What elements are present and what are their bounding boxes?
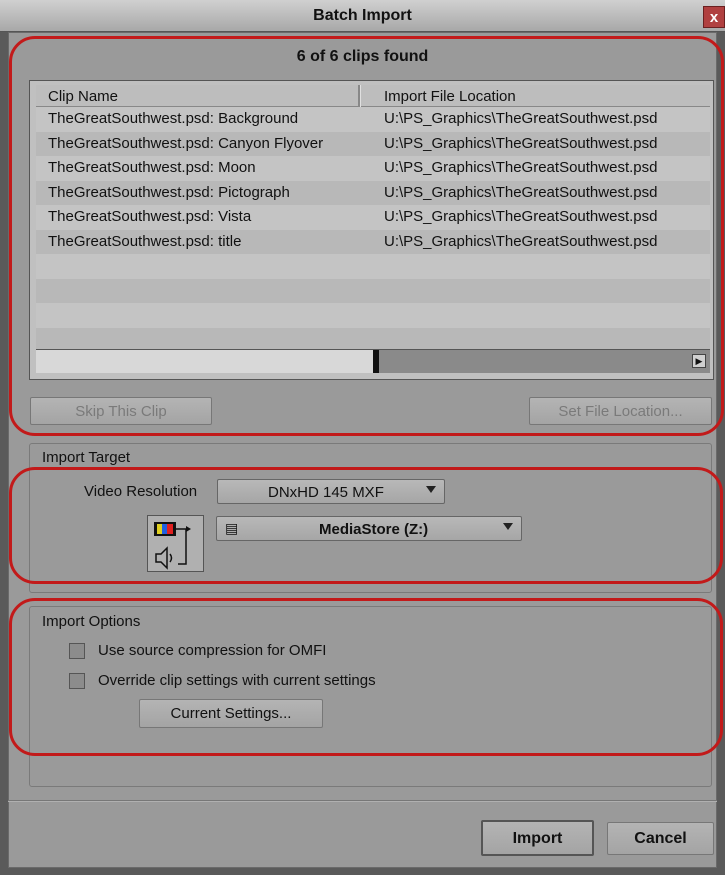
empty-row xyxy=(36,278,710,303)
column-header-clip-name[interactable]: Clip Name xyxy=(48,88,118,105)
import-options-label: Import Options xyxy=(42,613,141,630)
table-row[interactable]: TheGreatSouthwest.psd: Canyon Flyover U:\… xyxy=(36,131,710,156)
video-resolution-value: DNxHD 145 MXF xyxy=(268,484,384,501)
video-resolution-dropdown[interactable]: DNxHD 145 MXF xyxy=(217,479,445,504)
triangle-right-icon: ▶ xyxy=(695,356,703,366)
empty-row xyxy=(36,303,710,328)
skip-this-clip-button[interactable]: Skip This Clip xyxy=(30,397,212,425)
clip-name-cell: TheGreatSouthwest.psd: Pictograph xyxy=(48,183,290,201)
override-settings-checkbox[interactable] xyxy=(69,673,85,689)
clip-name-cell: TheGreatSouthwest.psd: Background xyxy=(48,110,299,127)
table-row[interactable]: TheGreatSouthwest.psd: Pictograph U:\PS_G… xyxy=(36,180,710,205)
import-target-label: Import Target xyxy=(42,449,131,466)
clip-name-cell: TheGreatSouthwest.psd: Moon xyxy=(48,159,256,176)
set-file-location-button[interactable]: Set File Location... xyxy=(529,397,712,425)
column-header-import-file-location[interactable]: Import File Location xyxy=(384,88,516,105)
empty-row xyxy=(36,254,710,279)
horizontal-scrollbar[interactable]: ▶ xyxy=(36,349,710,373)
clip-list-header: Clip Name Import File Location xyxy=(36,85,710,107)
clip-list[interactable]: Clip Name Import File Location TheGreatS… xyxy=(29,80,714,380)
clip-name-cell: TheGreatSouthwest.psd: Canyon Flyover xyxy=(48,134,324,152)
source-compression-checkbox[interactable] xyxy=(69,643,85,659)
table-row[interactable]: TheGreatSouthwest.psd: Moon U:\PS_Graphic… xyxy=(36,156,710,181)
video-audio-routing-icon xyxy=(154,522,191,570)
drive-icon: ▤ xyxy=(225,520,239,536)
title-bar: Batch Import x xyxy=(0,0,725,32)
clip-rows: TheGreatSouthwest.psd: Background U:\PS_G… xyxy=(36,107,710,352)
override-settings-label: Override clip settings with current sett… xyxy=(98,672,376,689)
video-resolution-label: Video Resolution xyxy=(84,483,198,500)
source-compression-label: Use source compression for OMFI xyxy=(98,642,327,659)
window-title: Batch Import xyxy=(313,7,412,24)
clips-found-label: 6 of 6 clips found xyxy=(296,48,429,65)
table-row[interactable]: TheGreatSouthwest.psd: title U:\PS_Graphi… xyxy=(36,229,710,254)
cancel-button[interactable]: Cancel xyxy=(607,822,714,855)
close-icon: x xyxy=(709,9,719,26)
scroll-right-button[interactable]: ▶ xyxy=(692,354,706,368)
file-location-cell: U:\PS_Graphics\TheGreatSouthwest.psd xyxy=(384,183,658,201)
clip-name-cell: TheGreatSouthwest.psd: Vista xyxy=(48,208,252,225)
media-target-icon-button[interactable] xyxy=(147,515,204,572)
file-location-cell: U:\PS_Graphics\TheGreatSouthwest.psd xyxy=(384,134,658,152)
file-location-cell: U:\PS_Graphics\TheGreatSouthwest.psd xyxy=(384,232,658,250)
column-divider[interactable] xyxy=(358,85,361,107)
chevron-down-icon xyxy=(426,486,436,493)
current-settings-button[interactable]: Current Settings... xyxy=(139,699,323,728)
media-drive-value: MediaStore (Z:) xyxy=(319,521,429,538)
import-button[interactable]: Import xyxy=(481,820,594,856)
file-location-cell: U:\PS_Graphics\TheGreatSouthwest.psd xyxy=(384,159,658,176)
scrollbar-thumb[interactable] xyxy=(36,350,379,373)
footer-divider xyxy=(8,800,717,802)
clip-name-cell: TheGreatSouthwest.psd: title xyxy=(48,232,242,250)
chevron-down-icon xyxy=(503,523,513,530)
close-button[interactable]: x xyxy=(703,6,725,28)
import-options-group xyxy=(29,606,712,787)
table-row[interactable]: TheGreatSouthwest.psd: Background U:\PS_G… xyxy=(36,107,710,132)
file-location-cell: U:\PS_Graphics\TheGreatSouthwest.psd xyxy=(384,110,658,127)
file-location-cell: U:\PS_Graphics\TheGreatSouthwest.psd xyxy=(384,208,658,225)
table-row[interactable]: TheGreatSouthwest.psd: Vista U:\PS_Graphi… xyxy=(36,205,710,230)
media-drive-dropdown[interactable]: ▤ MediaStore (Z:) xyxy=(216,516,522,541)
